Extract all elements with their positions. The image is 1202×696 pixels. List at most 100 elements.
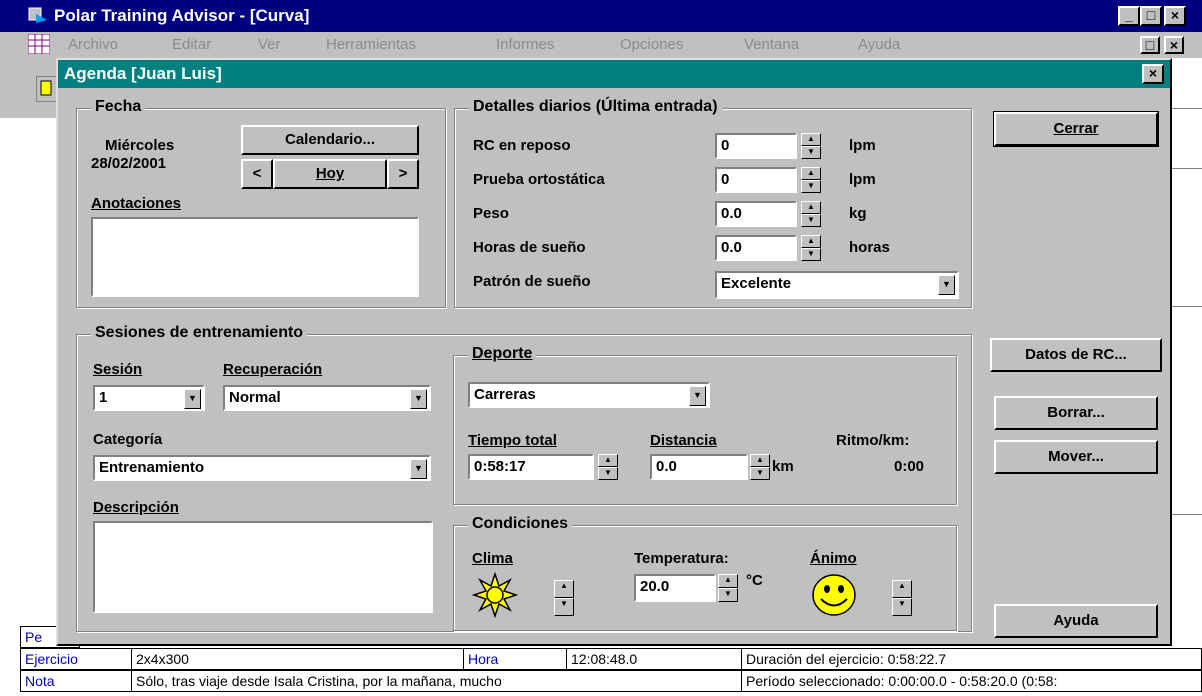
fecha-group-title: Fecha [91,98,146,116]
app-title: Polar Training Advisor - [Curva] [54,6,310,25]
today-button[interactable]: Hoy [273,159,387,189]
divider [1170,168,1202,169]
fecha-group: Fecha Miércoles 28/02/2001 Calendario...… [76,98,446,308]
recovery-label: Recuperación [223,361,323,378]
sleep-pattern-dropdown[interactable]: Excelente ▼ [715,271,959,299]
mood-spinner[interactable]: ▲ ▼ [892,580,912,616]
delete-button[interactable]: Borrar... [994,396,1158,430]
weight-spinner[interactable]: ▲ ▼ [801,201,821,227]
daily-details-group: Detalles diarios (Última entrada) RC en … [454,98,972,308]
mood-label: Ánimo [810,550,857,567]
chevron-down-icon[interactable]: ▼ [184,389,201,409]
help-button[interactable]: Ayuda [994,604,1158,638]
move-button[interactable]: Mover... [994,440,1158,474]
document-window-icon[interactable] [28,34,50,54]
dialog-titlebar[interactable]: Agenda [Juan Luis] × [58,60,1170,88]
table-cell: Duración del ejercicio: 0:58:22.7 [741,648,1202,670]
app-close-button[interactable]: × [1164,6,1186,26]
temperature-spinner[interactable]: ▲ ▼ [718,574,738,602]
temperature-label: Temperatura: [634,550,729,567]
notes-label: Anotaciones [91,195,182,212]
toolbar [0,58,60,118]
distance-label: Distancia [650,432,717,449]
minimize-button[interactable]: _ [1118,6,1140,26]
description-label: Descripción [93,499,179,516]
category-label: Categoría [93,431,163,448]
child-close-button[interactable]: × [1164,36,1184,54]
calendar-button[interactable]: Calendario... [241,125,419,155]
table-label-cell: Hora [463,648,567,670]
orthostatic-input[interactable]: 0 [715,167,797,193]
hr-data-button[interactable]: Datos de RC... [990,338,1162,372]
distance-unit: km [772,458,794,475]
child-restore-button[interactable]: □ [1140,36,1160,54]
date-value: 28/02/2001 [91,155,167,172]
chevron-down-icon[interactable]: ▼ [410,459,427,479]
menu-ayuda[interactable]: Ayuda [858,36,900,53]
sun-icon [472,572,518,618]
sleep-hours-label: Horas de sueño [473,239,586,256]
sessions-group-title: Sesiones de entrenamiento [91,324,308,342]
menu-ver[interactable]: Ver [258,36,281,53]
polar-app-icon [28,7,47,23]
menu-herramientas[interactable]: Herramientas [326,36,416,53]
weight-label: Peso [473,205,509,222]
daily-details-title: Detalles diarios (Última entrada) [469,98,722,116]
total-time-label: Tiempo total [468,432,557,449]
chevron-down-icon[interactable]: ▼ [938,275,955,295]
restore-button[interactable]: □ [1140,6,1162,26]
menu-opciones[interactable]: Opciones [620,36,683,53]
resting-hr-unit: lpm [849,137,876,154]
prev-day-button[interactable]: < [241,159,273,189]
dialog-close-button[interactable]: × [1142,64,1164,84]
recovery-value: Normal [229,389,281,406]
sport-dropdown[interactable]: Carreras ▼ [468,382,710,408]
temperature-input[interactable]: 20.0 [634,574,716,602]
menu-bar: Archivo Editar Ver Herramientas Informes… [0,32,1202,58]
distance-spinner[interactable]: ▲ ▼ [750,454,770,480]
table-cell: Sólo, tras viaje desde Isala Cristina, p… [131,670,742,692]
agenda-dialog: Agenda [Juan Luis] × Fecha Miércoles 28/… [56,58,1172,646]
menu-editar[interactable]: Editar [172,36,211,53]
weight-unit: kg [849,205,867,222]
category-value: Entrenamiento [99,459,205,476]
weather-spinner[interactable]: ▲ ▼ [554,580,574,616]
weather-label: Clima [472,550,513,567]
app-titlebar[interactable]: Polar Training Advisor - [Curva] _ □ × [0,0,1202,32]
divider [1170,514,1202,515]
table-cell: 12:08:48.0 [566,648,742,670]
table-cell: Período seleccionado: 0:00:00.0 - 0:58:2… [741,670,1202,692]
table-label-cell: Nota [20,670,132,692]
orthostatic-label: Prueba ortostática [473,171,605,188]
menu-informes[interactable]: Informes [496,36,554,53]
close-button[interactable]: Cerrar [993,111,1159,147]
pace-value: 0:00 [894,458,925,475]
sleep-pattern-label: Patrón de sueño [473,273,591,290]
resting-hr-spinner[interactable]: ▲ ▼ [801,133,821,159]
sport-group: Deporte Carreras ▼ Tiempo total 0:58:17 … [453,345,957,505]
notes-textarea[interactable] [91,217,419,297]
table-label-cell: Ejercicio [20,648,132,670]
total-time-spinner[interactable]: ▲ ▼ [598,454,618,480]
sleep-hours-input[interactable]: 0.0 [715,235,797,261]
session-dropdown[interactable]: 1 ▼ [93,385,205,411]
day-name: Miércoles [105,137,175,154]
sport-group-title: Deporte [468,345,537,363]
dialog-title: Agenda [Juan Luis] [64,64,222,83]
menu-archivo[interactable]: Archivo [68,36,118,53]
orthostatic-spinner[interactable]: ▲ ▼ [801,167,821,193]
weight-input[interactable]: 0.0 [715,201,797,227]
total-time-input[interactable]: 0:58:17 [468,454,594,480]
chevron-down-icon[interactable]: ▼ [689,386,706,406]
recovery-dropdown[interactable]: Normal ▼ [223,385,431,411]
distance-input[interactable]: 0.0 [650,454,748,480]
resting-hr-input[interactable]: 0 [715,133,797,159]
next-day-button[interactable]: > [387,159,419,189]
sleep-pattern-value: Excelente [721,275,792,292]
category-dropdown[interactable]: Entrenamiento ▼ [93,455,431,481]
sleep-hours-spinner[interactable]: ▲ ▼ [801,235,821,261]
chevron-down-icon[interactable]: ▼ [410,389,427,409]
description-textarea[interactable] [93,521,433,613]
smiley-mood-icon [812,574,856,616]
menu-ventana[interactable]: Ventana [744,36,799,53]
